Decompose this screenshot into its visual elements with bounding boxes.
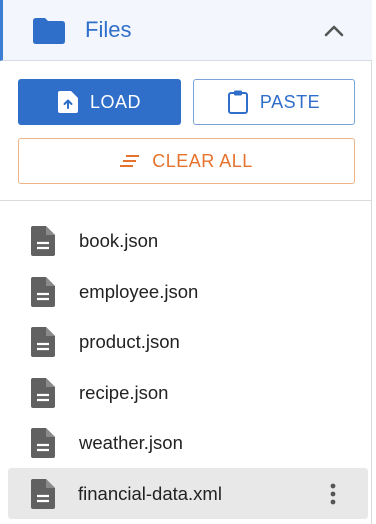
file-name: product.json xyxy=(79,331,180,353)
file-name: weather.json xyxy=(79,432,183,454)
files-panel: Files LOAD PASTE CLEAR ALL book.json emp… xyxy=(0,0,372,524)
clear-all-icon xyxy=(120,155,140,167)
chevron-up-icon[interactable] xyxy=(321,20,347,40)
file-item-book[interactable]: book.json xyxy=(0,215,372,266)
file-upload-icon xyxy=(57,91,78,113)
file-document-icon xyxy=(31,327,55,358)
file-item-employee[interactable]: employee.json xyxy=(0,266,372,317)
files-panel-header[interactable]: Files xyxy=(0,0,372,61)
file-item-product[interactable]: product.json xyxy=(0,316,372,367)
file-document-icon xyxy=(31,276,55,307)
folder-icon xyxy=(33,18,65,44)
clipboard-icon xyxy=(227,90,248,114)
load-button[interactable]: LOAD xyxy=(18,79,181,125)
file-list: book.json employee.json product.json rec… xyxy=(0,215,372,519)
clear-all-button-label: CLEAR ALL xyxy=(152,150,253,171)
file-name: employee.json xyxy=(79,280,199,302)
file-document-icon xyxy=(31,377,55,408)
more-vertical-icon[interactable] xyxy=(330,483,336,505)
panel-title: Files xyxy=(85,17,132,42)
clear-all-button[interactable]: CLEAR ALL xyxy=(18,138,355,184)
load-button-label: LOAD xyxy=(89,91,142,112)
file-item-financial-data[interactable]: financial-data.xml xyxy=(8,467,368,519)
file-document-icon xyxy=(31,226,55,256)
file-document-icon xyxy=(31,478,55,509)
file-item-recipe[interactable]: recipe.json xyxy=(0,367,372,418)
paste-button[interactable]: PASTE xyxy=(193,79,355,125)
file-document-icon xyxy=(31,428,55,459)
file-name: book.json xyxy=(79,230,159,251)
file-item-weather[interactable]: weather.json xyxy=(0,417,372,468)
divider xyxy=(0,200,372,201)
paste-button-label: PASTE xyxy=(259,91,321,112)
file-name: recipe.json xyxy=(79,381,169,403)
file-name: financial-data.xml xyxy=(78,482,222,504)
